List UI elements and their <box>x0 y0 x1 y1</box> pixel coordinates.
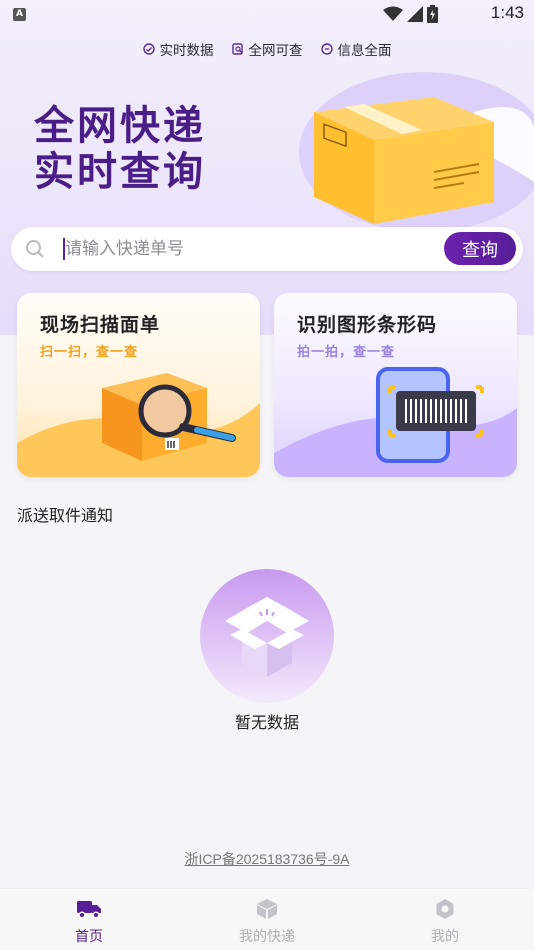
search-bar: 查询 <box>11 227 523 271</box>
hero-title-line-1: 全网快递 <box>34 103 206 149</box>
barcode-recognition-card[interactable]: 识别图形条形码 拍一拍，查一查 <box>274 293 517 477</box>
feature-label: 信息全面 <box>337 43 392 59</box>
truck-icon <box>77 900 101 919</box>
search-button[interactable]: 查询 <box>444 232 516 265</box>
tracking-number-input[interactable] <box>65 234 445 264</box>
nav-home[interactable]: 首页 <box>0 889 178 950</box>
empty-box-icon <box>200 569 334 703</box>
signal-icon <box>407 6 423 22</box>
feature-realtime: 实时数据 <box>142 39 214 59</box>
status-bar: A 1:43 <box>0 0 534 30</box>
battery-icon <box>427 5 438 23</box>
card-subtitle: 拍一拍，查一查 <box>297 345 396 360</box>
nav-my-parcels[interactable]: 我的快递 <box>178 889 356 950</box>
bottom-navigation: 首页 我的快递 我的 <box>0 888 534 950</box>
app-notification-icon: A <box>13 8 26 21</box>
icp-license-link[interactable]: 浙ICP备2025183736号-9A <box>0 849 534 869</box>
clock-icon <box>142 43 155 55</box>
box-icon <box>257 898 277 919</box>
feature-label: 全网可查 <box>248 43 303 59</box>
feature-tags: 实时数据 全网可查 信息全面 <box>0 39 534 59</box>
nav-profile[interactable]: 我的 <box>356 889 534 950</box>
card-subtitle: 扫一扫，查一查 <box>40 345 139 360</box>
empty-state-text: 暂无数据 <box>234 713 299 732</box>
parcel-illustration <box>299 72 534 232</box>
delivery-notice-title: 派送取件通知 <box>17 506 114 525</box>
hero-title-line-2: 实时查询 <box>34 149 206 195</box>
feature-label: 实时数据 <box>159 43 214 59</box>
search-doc-icon <box>231 43 243 55</box>
feature-network: 全网可查 <box>231 39 303 59</box>
card-title: 识别图形条形码 <box>297 314 438 336</box>
wifi-icon <box>383 6 403 21</box>
search-icon <box>26 240 44 258</box>
card-title: 现场扫描面单 <box>40 314 161 336</box>
hero-title: 全网快递 实时查询 <box>34 103 206 195</box>
gear-icon <box>436 898 454 919</box>
feature-complete-info: 信息全面 <box>320 39 392 59</box>
status-time: 1:43 <box>490 3 524 22</box>
scan-label-card[interactable]: 现场扫描面单 扫一扫，查一查 <box>17 293 260 477</box>
nav-label: 我的快递 <box>239 928 295 945</box>
nav-label: 我的 <box>431 928 459 945</box>
status-icons <box>383 5 438 23</box>
nav-label: 首页 <box>75 928 103 945</box>
chat-icon <box>320 43 333 55</box>
